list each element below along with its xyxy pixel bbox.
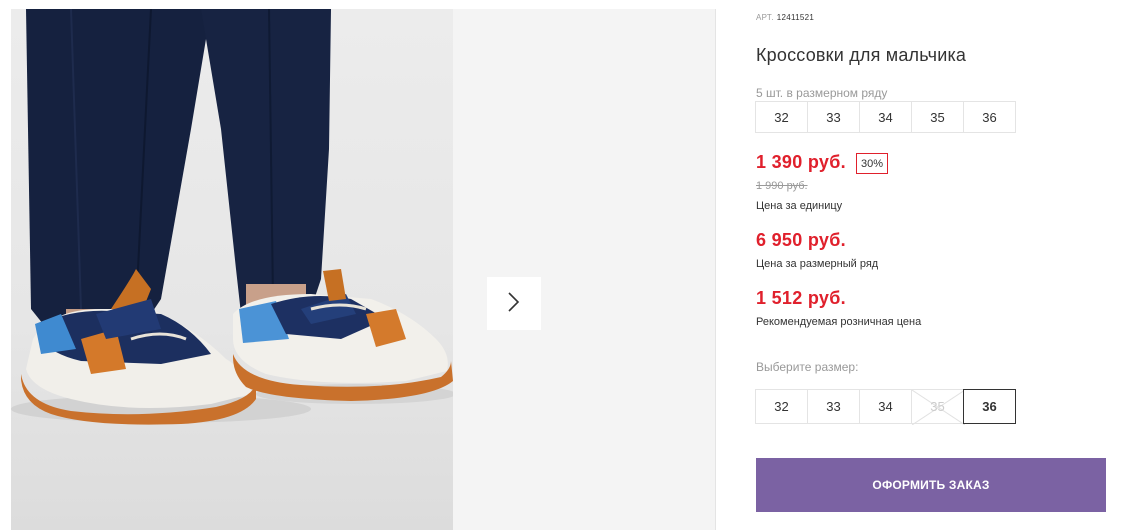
size-select-caption: Выберите размер: [756, 360, 859, 374]
size-option-32[interactable]: 32 [755, 389, 808, 424]
pack-size-35: 35 [911, 101, 964, 133]
pack-size-row: 32 33 34 35 36 [755, 101, 1016, 133]
size-selector: 32 33 34 35 36 [755, 389, 1016, 425]
pack-price-label: Цена за размерный ряд [756, 258, 879, 270]
old-price: 1 990 руб. [756, 180, 808, 192]
product-photo [11, 9, 453, 530]
product-gallery [0, 0, 716, 530]
gallery-next-button[interactable] [487, 277, 541, 330]
size-option-34[interactable]: 34 [859, 389, 912, 424]
pack-size-36: 36 [963, 101, 1016, 133]
discount-badge: 30% [856, 153, 889, 174]
size-option-35-unavailable: 35 [911, 389, 965, 425]
size-option-35-label: 35 [930, 399, 945, 414]
retail-price: 1 512 руб. [756, 288, 846, 308]
unit-price: 1 390 руб. [756, 152, 846, 172]
product-photo-secondary [453, 9, 715, 530]
product-info: АРТ. 12411521 Кроссовки для мальчика 5 шт… [755, 0, 1116, 530]
pack-caption: 5 шт. в размерном ряду [756, 86, 888, 100]
pack-size-34: 34 [859, 101, 912, 133]
retail-price-label: Рекомендуемая розничная цена [756, 316, 922, 328]
pack-size-32: 32 [755, 101, 808, 133]
place-order-button[interactable]: ОФОРМИТЬ ЗАКАЗ [756, 458, 1106, 512]
article-label: АРТ. [756, 13, 774, 22]
panel-divider [715, 9, 716, 530]
product-title: Кроссовки для мальчика [756, 45, 967, 65]
size-option-36-selected[interactable]: 36 [963, 389, 1016, 424]
chevron-right-icon [507, 291, 521, 316]
article-value: 12411521 [776, 13, 815, 22]
article-number: АРТ. 12411521 [756, 13, 814, 22]
pack-size-33: 33 [807, 101, 860, 133]
unit-price-label: Цена за единицу [756, 200, 843, 212]
product-photo-image [11, 9, 453, 425]
pack-price: 6 950 руб. [756, 230, 846, 250]
size-option-33[interactable]: 33 [807, 389, 860, 424]
